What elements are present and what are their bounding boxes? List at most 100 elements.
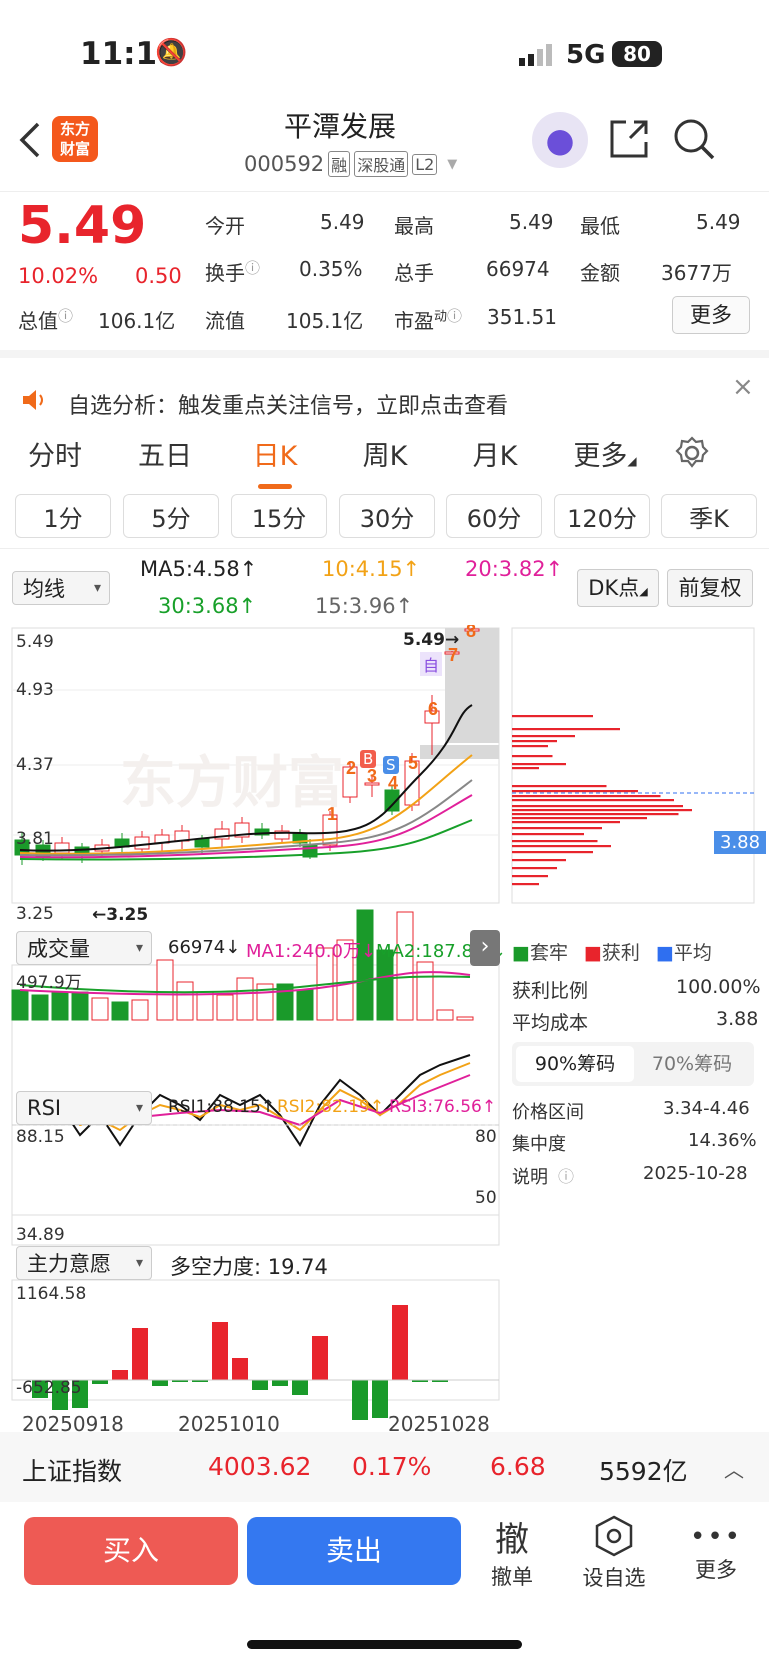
search-icon[interactable]	[672, 117, 716, 161]
watermark: 东方财富	[120, 751, 344, 816]
adjust-button[interactable]: 前复权	[667, 569, 753, 607]
chip-tab-switch: 90%筹码 70%筹码	[512, 1042, 754, 1086]
low-marker: ←3.25	[92, 905, 149, 925]
tab-chip-90[interactable]: 90%筹码	[516, 1046, 634, 1082]
volume-selector[interactable]: 成交量	[16, 931, 152, 965]
status-bar: 11:18 🔕 5G 80	[0, 0, 769, 110]
volume-bar	[396, 911, 414, 1021]
tab-rik[interactable]: 日K	[220, 434, 330, 489]
tag-connect: 深股通	[354, 151, 409, 177]
rsi-selector[interactable]: RSI	[16, 1091, 152, 1125]
index-bar[interactable]: 上证指数 4003.62 0.17% 6.68 5592亿 ︿	[0, 1432, 769, 1502]
period-120min[interactable]: 120分	[554, 494, 650, 538]
cancel-label: 撤单	[491, 1565, 533, 1589]
home-indicator	[247, 1640, 522, 1649]
volume-value: 66974	[486, 257, 550, 281]
index-chg: 6.68	[490, 1452, 546, 1481]
candle	[194, 838, 210, 848]
rsi-selector-label: RSI	[27, 1096, 62, 1120]
price-range-label: 价格区间	[512, 1102, 584, 1123]
tab-fenshi[interactable]: 分时	[0, 434, 110, 473]
pct-change: 10.02%	[18, 264, 99, 288]
chip-bar	[512, 813, 679, 816]
volume-bar	[196, 991, 214, 1021]
info-icon[interactable]: ⓘ	[558, 1163, 574, 1187]
chip-bar	[512, 883, 539, 886]
period-season[interactable]: 季K	[661, 494, 757, 538]
tab-chip-70[interactable]: 70%筹码	[634, 1046, 750, 1082]
signal-number-label: 3	[367, 766, 377, 786]
add-watch-label: 设自选	[582, 1566, 646, 1590]
chip-bar	[512, 827, 602, 830]
chip-bar	[512, 845, 611, 848]
period-15min[interactable]: 15分	[231, 494, 327, 538]
expand-panel-button[interactable]: ›	[470, 930, 500, 966]
index-name: 上证指数	[22, 1457, 123, 1486]
buy-signal-badge: B	[360, 750, 377, 768]
info-icon[interactable]: ⓘ	[58, 307, 73, 325]
period-label: 120分	[567, 504, 637, 533]
tab-wuri[interactable]: 五日	[110, 434, 220, 473]
index-value: 4003.62	[208, 1452, 312, 1481]
tab-zhouk[interactable]: 周K	[330, 434, 440, 473]
more-actions-label: 更多	[695, 1558, 737, 1582]
period-label: 1分	[43, 504, 83, 533]
volume-bar	[71, 991, 89, 1021]
info-icon[interactable]: ⓘ	[447, 307, 462, 325]
tab-yuek[interactable]: 月K	[440, 434, 550, 473]
chevron-up-icon[interactable]: ︿	[724, 1454, 744, 1483]
volume-bar	[176, 981, 194, 1021]
cancel-order-button[interactable]: 撤 撤单	[480, 1512, 544, 1591]
volume-bar	[436, 1009, 454, 1021]
more-actions-button[interactable]: ••• 更多	[690, 1520, 742, 1584]
notice-bar[interactable]: 自选分析：触发重点关注信号，立即点击查看 ×	[0, 372, 769, 424]
kline-tabs: 分时 五日 日K 周K 月K 更多◢	[0, 420, 769, 489]
turnover-label-text: 换手	[205, 261, 245, 285]
divider	[0, 350, 769, 358]
period-5min[interactable]: 5分	[123, 494, 219, 538]
last-price: 5.49	[18, 196, 147, 256]
pe-value: 351.51	[487, 305, 557, 329]
period-60min[interactable]: 60分	[446, 494, 542, 538]
rsi2-value: RSI2:82.19↑	[277, 1097, 385, 1117]
tab-label: 周K	[362, 440, 408, 472]
force-value: 多空力度: 19.74	[170, 1255, 328, 1279]
force-bar	[352, 1380, 368, 1420]
speaker-icon	[20, 386, 48, 414]
period-30min[interactable]: 30分	[339, 494, 435, 538]
dots-icon: •••	[690, 1522, 743, 1552]
back-icon[interactable]	[16, 120, 46, 160]
info-icon[interactable]: ⓘ	[245, 259, 260, 277]
chip-bar	[512, 740, 557, 743]
buy-button[interactable]: 买入	[24, 1517, 238, 1585]
volume-bar	[296, 989, 314, 1021]
sell-button[interactable]: 卖出	[247, 1517, 461, 1585]
app-logo: 东方 财富	[52, 116, 98, 162]
volume-bar	[156, 959, 174, 1021]
corner-caret-icon: ◢	[627, 453, 637, 468]
zi-marker: 自	[420, 652, 443, 676]
volume-value: 66974↓	[168, 937, 241, 958]
force-selector[interactable]: 主力意愿	[16, 1246, 152, 1280]
amount-value: 3677万	[661, 261, 732, 285]
stock-code-row[interactable]: 000592 融 深股通 L2 ▼	[244, 150, 457, 178]
chip-bar	[512, 763, 566, 766]
volume-bar	[236, 977, 254, 1021]
dk-point-button[interactable]: DK点◢	[577, 569, 659, 607]
tab-more[interactable]: 更多◢	[550, 434, 660, 473]
note-date: 2025-10-28	[643, 1163, 748, 1184]
sell-signal-badge: S	[383, 756, 399, 774]
settings-gear-icon[interactable]	[674, 435, 710, 471]
force-bar	[312, 1336, 328, 1380]
add-watch-button[interactable]: 设自选	[576, 1514, 652, 1592]
force-bar	[252, 1380, 268, 1390]
share-icon[interactable]	[608, 118, 650, 160]
close-icon[interactable]: ×	[732, 372, 754, 402]
period-1min[interactable]: 1分	[15, 494, 111, 538]
more-button[interactable]: 更多	[672, 296, 750, 334]
ma-selector[interactable]: 均线	[12, 571, 110, 605]
mktcap-label-text: 总值	[18, 309, 58, 333]
network-label: 5G	[566, 40, 606, 70]
assistant-avatar-icon[interactable]	[532, 112, 588, 168]
dk-label: DK点	[588, 576, 640, 600]
